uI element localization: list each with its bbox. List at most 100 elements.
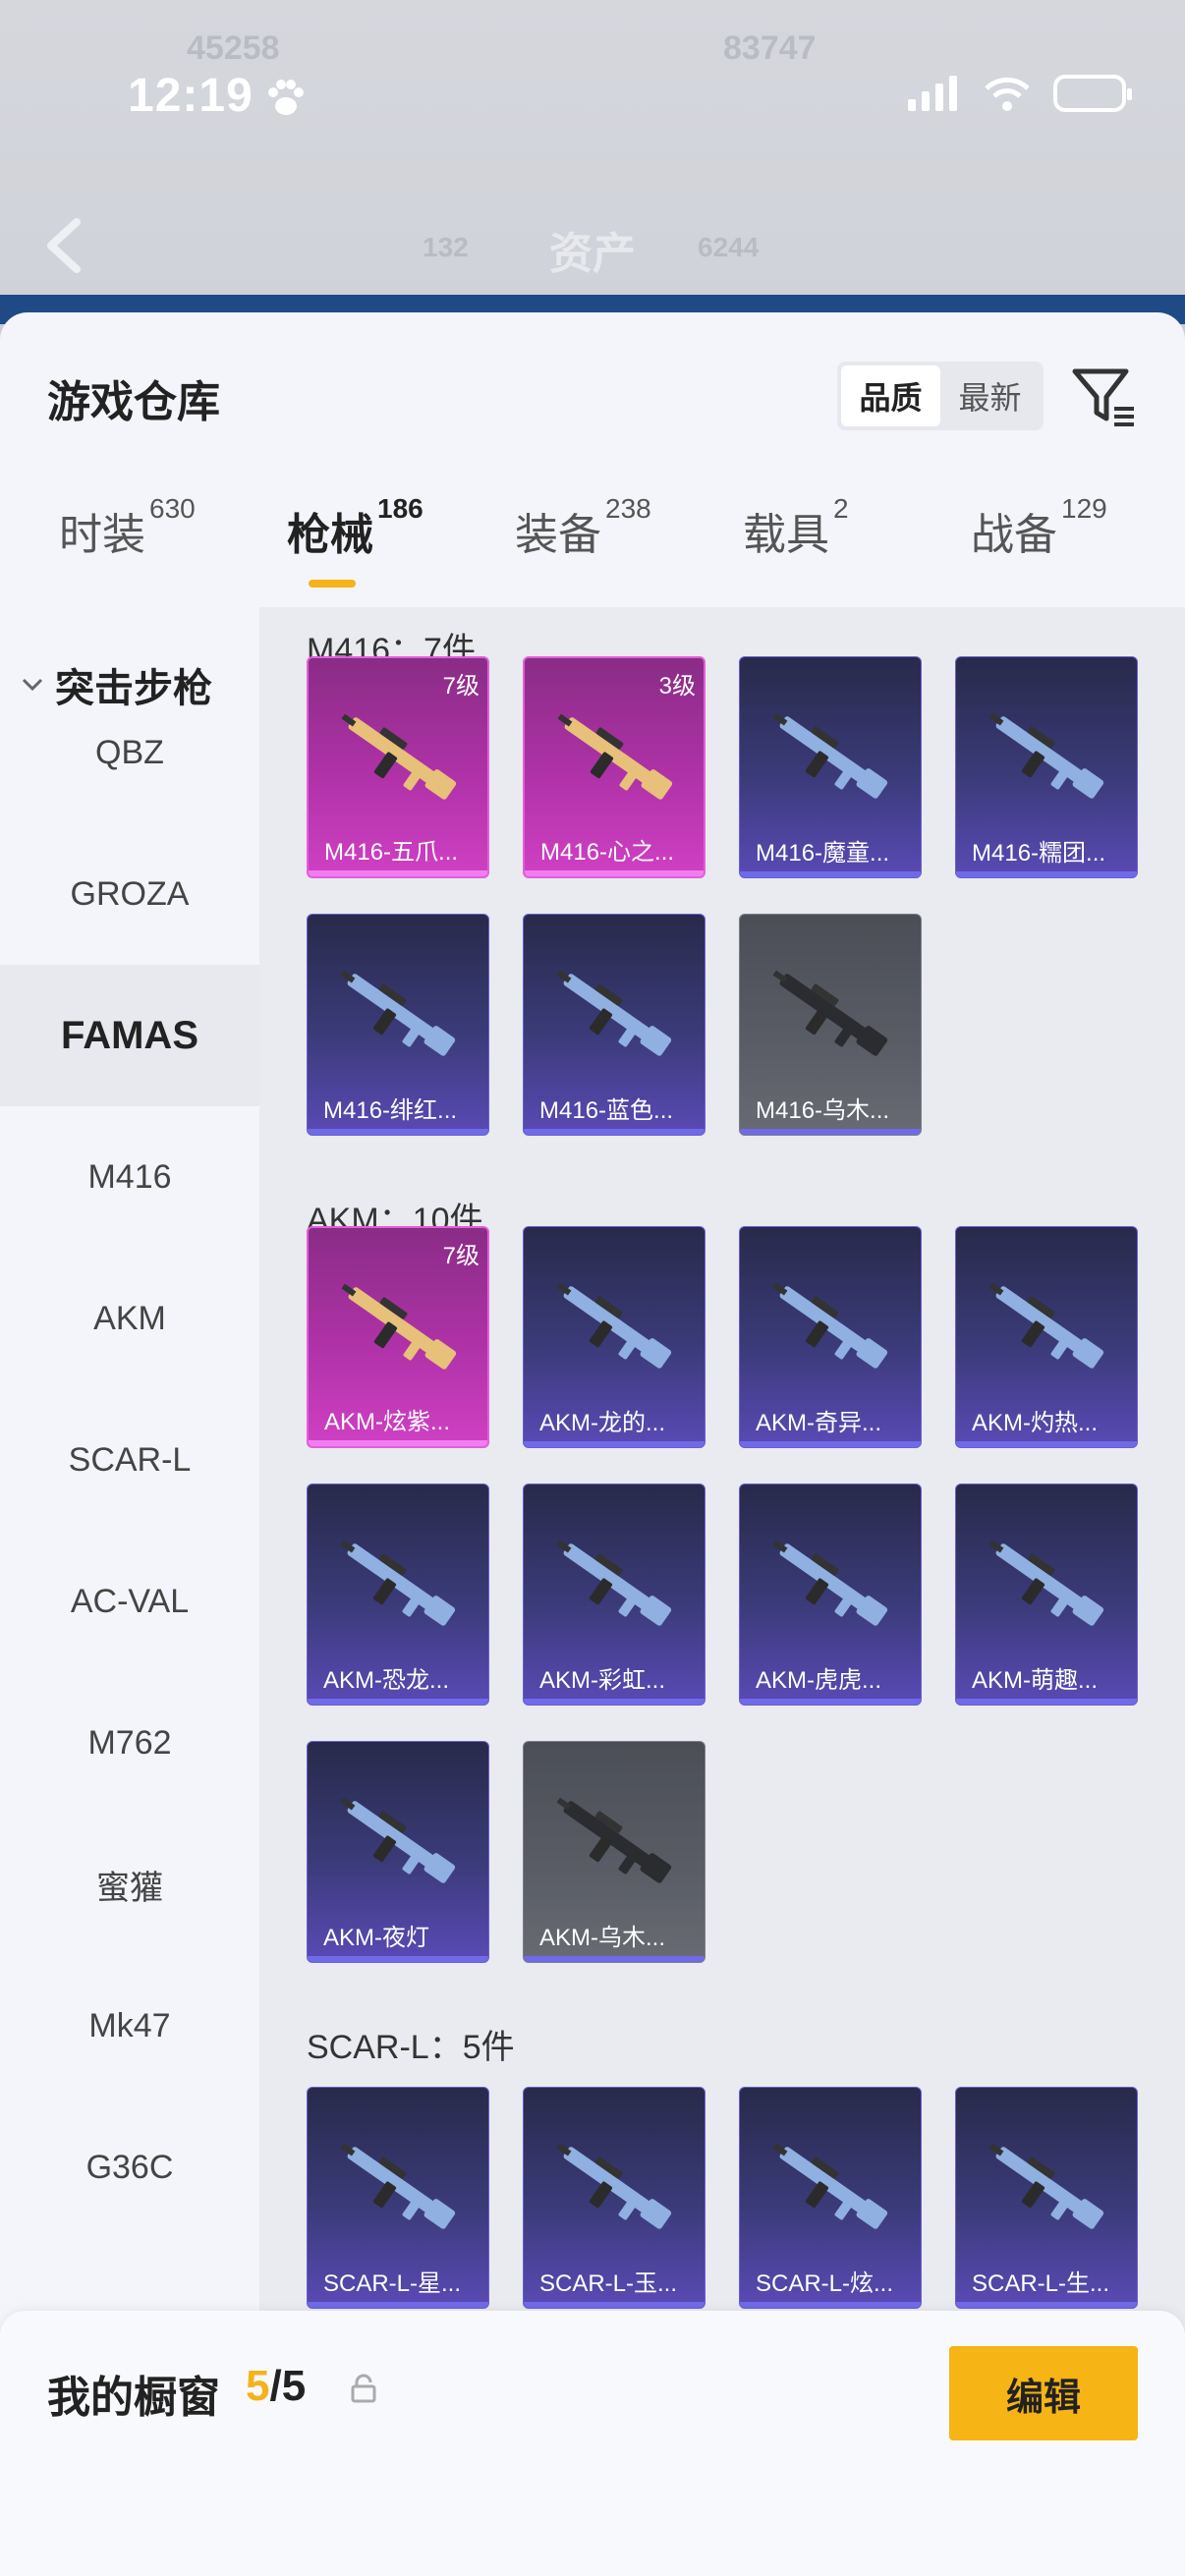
rarity-bar	[524, 1956, 705, 1962]
weapon-card[interactable]: AKM-萌趣...	[955, 1484, 1138, 1706]
rarity-bar	[524, 2302, 705, 2308]
weapon-level: 3级	[658, 673, 696, 700]
sidebar-item-m416[interactable]: M416	[0, 1106, 259, 1248]
weapon-name: M416-糯团...	[972, 840, 1106, 867]
tab-label: 装备	[515, 511, 601, 559]
showcase-current: 5	[246, 2362, 270, 2410]
rifle-icon	[341, 1283, 457, 1370]
weapon-card[interactable]: M416-乌木...	[739, 914, 922, 1136]
weapon-name: AKM-乌木...	[539, 1925, 666, 1951]
rifle-icon	[556, 970, 672, 1056]
rifle-icon	[556, 1282, 672, 1369]
weapon-card[interactable]: SCAR-L-玉...	[523, 2087, 705, 2309]
rarity-bar	[309, 870, 487, 876]
weapon-type-sidebar: 突击步枪 QBZ GROZA FAMAS M416 AKM SCAR-L AC-…	[0, 607, 259, 2576]
rifle-icon	[340, 2143, 456, 2229]
rarity-bar	[308, 1956, 488, 1962]
battery-icon	[1053, 75, 1132, 112]
active-tab-indicator	[309, 580, 356, 588]
weapon-name: M416-乌木...	[756, 1097, 890, 1124]
weapon-name: M416-五爪...	[324, 839, 459, 866]
weapon-card[interactable]: SCAR-L-星...	[307, 2087, 489, 2309]
tab-vehicles[interactable]: 载具2	[743, 493, 849, 562]
weapon-card[interactable]: AKM-乌木...	[523, 1741, 705, 1963]
weapon-card[interactable]: AKM-龙的...	[523, 1226, 705, 1448]
group-label-scar-l: SCAR-L：5件	[307, 2029, 515, 2066]
weapon-card[interactable]: AKM-彩虹...	[523, 1484, 705, 1706]
sidebar-item-akm[interactable]: AKM	[0, 1248, 259, 1389]
tab-count: 238	[605, 493, 651, 524]
sidebar-item-mk47[interactable]: Mk47	[0, 1955, 259, 2097]
sheet-title: 游戏仓库	[47, 378, 220, 426]
weapon-name: AKM-灼热...	[972, 1410, 1099, 1436]
weapon-card[interactable]: AKM-夜灯	[307, 1741, 489, 1963]
weapon-name: SCAR-L-生...	[972, 2270, 1110, 2297]
sidebar-item-scar-l[interactable]: SCAR-L	[0, 1389, 259, 1531]
tab-count: 2	[833, 493, 849, 524]
weapon-name: SCAR-L-炫...	[756, 2270, 894, 2297]
weapon-card[interactable]: 3级 M416-心之...	[523, 656, 705, 878]
rarity-bar	[308, 1699, 488, 1705]
sidebar-item-ac-val[interactable]: AC-VAL	[0, 1531, 259, 1672]
weapon-level: 7级	[442, 1243, 480, 1269]
tab-count: 129	[1061, 493, 1107, 524]
rarity-bar	[740, 1699, 921, 1705]
sidebar-item-qbz[interactable]: QBZ	[0, 682, 259, 823]
weapon-name: M416-绯红...	[323, 1097, 458, 1124]
weapon-card[interactable]: M416-魔童...	[739, 656, 922, 878]
rifle-icon	[772, 712, 888, 799]
sort-latest-button[interactable]: 最新	[940, 365, 1040, 426]
rarity-bar	[740, 1441, 921, 1447]
sort-quality-button[interactable]: 品质	[841, 365, 940, 426]
sidebar-item-m762[interactable]: M762	[0, 1672, 259, 1814]
rarity-bar	[956, 1699, 1137, 1705]
warehouse-sheet: 游戏仓库 品质 最新 时装630 枪械186 装备238 载具2 战备129 突…	[0, 312, 1185, 2576]
weapon-card[interactable]: M416-蓝色...	[523, 914, 705, 1136]
edit-button[interactable]: 编辑	[949, 2346, 1138, 2440]
tab-equipment[interactable]: 装备238	[515, 493, 651, 562]
filter-icon[interactable]	[1069, 362, 1138, 430]
weapon-card[interactable]: M416-糯团...	[955, 656, 1138, 878]
rifle-icon	[340, 1540, 456, 1626]
sidebar-item-groza[interactable]: GROZA	[0, 823, 259, 965]
weapon-name: AKM-炫紫...	[324, 1409, 451, 1435]
status-time: 12:19	[128, 70, 254, 122]
weapon-card[interactable]: 7级 M416-五爪...	[307, 656, 489, 878]
sidebar-item-honey-badger[interactable]: 蜜獾	[0, 1814, 259, 1955]
rifle-icon	[988, 1282, 1104, 1369]
status-bar: 12:19	[0, 59, 1185, 138]
rifle-icon	[557, 713, 673, 800]
rifle-icon	[988, 1540, 1104, 1626]
weapon-card[interactable]: AKM-灼热...	[955, 1226, 1138, 1448]
sidebar-item-famas[interactable]: FAMAS	[0, 965, 259, 1106]
rifle-icon	[340, 970, 456, 1056]
weapon-name: AKM-奇异...	[756, 1410, 882, 1436]
weapon-card[interactable]: 7级 AKM-炫紫...	[307, 1226, 489, 1448]
rifle-icon	[556, 2143, 672, 2229]
tab-fashion[interactable]: 时装630	[59, 493, 196, 562]
rifle-icon	[556, 1797, 672, 1883]
tab-count: 186	[377, 493, 423, 524]
rarity-bar	[956, 2302, 1137, 2308]
rarity-bar	[309, 1440, 487, 1446]
rarity-bar	[740, 2302, 921, 2308]
weapon-card[interactable]: AKM-恐龙...	[307, 1484, 489, 1706]
showcase-label: 我的橱窗	[47, 2374, 220, 2422]
tab-firearms[interactable]: 枪械186	[287, 493, 423, 562]
weapon-card[interactable]: SCAR-L-生...	[955, 2087, 1138, 2309]
weapon-card[interactable]: M416-绯红...	[307, 914, 489, 1136]
rifle-icon	[772, 1540, 888, 1626]
weapon-name: SCAR-L-玉...	[539, 2270, 678, 2297]
sidebar-item-g36c[interactable]: G36C	[0, 2097, 259, 2238]
weapon-name: SCAR-L-星...	[323, 2270, 462, 2297]
rifle-icon	[556, 1540, 672, 1626]
weapon-card[interactable]: SCAR-L-炫...	[739, 2087, 922, 2309]
rarity-bar	[740, 871, 921, 877]
weapon-name: M416-魔童...	[756, 840, 890, 867]
tab-supplies[interactable]: 战备129	[971, 493, 1107, 562]
weapon-grid: M416：7件 AKM：10件 SCAR-L：5件 7级 M416-五爪... 3…	[259, 607, 1185, 2576]
rarity-bar	[524, 1441, 705, 1447]
weapon-card[interactable]: AKM-虎虎...	[739, 1484, 922, 1706]
weapon-card[interactable]: AKM-奇异...	[739, 1226, 922, 1448]
showcase-bar: 我的橱窗 5/5 编辑	[0, 2311, 1185, 2576]
